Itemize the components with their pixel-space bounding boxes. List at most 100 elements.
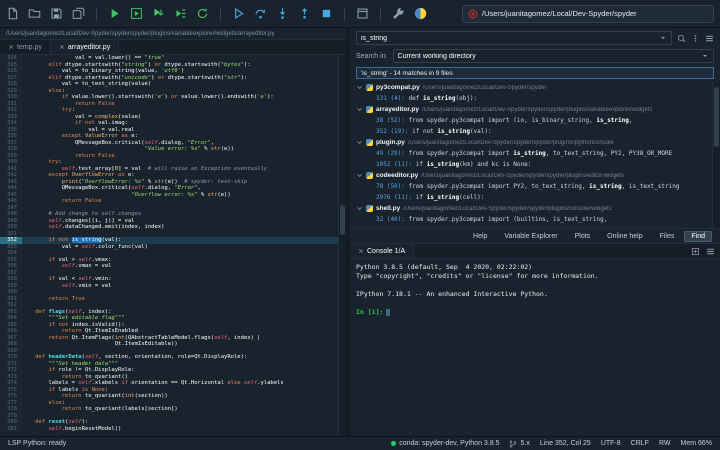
find-match-row[interactable]: 78 (50): from spyder.py3compat import PY…: [356, 181, 710, 192]
env-dot-icon: [391, 441, 396, 446]
run-selection-icon[interactable]: [174, 7, 187, 20]
close-icon[interactable]: [8, 44, 14, 50]
editor-scrollbar[interactable]: [338, 55, 346, 436]
tab-find[interactable]: Find: [684, 231, 712, 242]
code-line[interactable]: 381 self.beginResetModel(): [0, 426, 338, 433]
chevron-down-icon[interactable]: [356, 84, 363, 91]
match-line-number: 32 (40):: [376, 216, 409, 223]
python-file-icon: [366, 106, 373, 113]
step-into-icon[interactable]: [276, 7, 289, 20]
find-file-row[interactable]: plugin.py/Users/juanitagomez/Local/Dev-S…: [356, 137, 710, 148]
memory-status[interactable]: Mem 66%: [680, 440, 712, 447]
toolbar-separator: [220, 7, 221, 21]
find-file-row[interactable]: arrayeditor.py/Users/juanitagomez/Local/…: [356, 104, 710, 115]
chevron-down-icon[interactable]: [356, 205, 363, 212]
editor-scrollbar-thumb[interactable]: [340, 205, 345, 235]
right-pane: is_string Search in: Current working dir…: [350, 28, 720, 436]
chevron-down-icon[interactable]: [356, 139, 363, 146]
console-menu-icon[interactable]: [706, 247, 715, 256]
new-console-icon[interactable]: [691, 247, 700, 256]
search-summary[interactable]: 'is_string' - 14 matches in 9 files: [356, 67, 714, 79]
stop-debug-icon[interactable]: [320, 7, 333, 20]
console-line: Type "copyright", "credits" or "license"…: [356, 272, 714, 281]
encoding-status[interactable]: UTF-8: [601, 440, 621, 447]
tab-variable-explorer[interactable]: Variable Explorer: [497, 231, 564, 242]
search-icon[interactable]: [677, 34, 686, 43]
match-line-number: 352 (19):: [376, 128, 412, 135]
find-match-row[interactable]: 49 (29): from spyder.py3compat import is…: [356, 148, 710, 159]
editor-pane: /Users/juanitagomez/Local/Dev-Spyder/spy…: [0, 28, 346, 436]
console-prompt-line[interactable]: In [1]:: [356, 308, 714, 317]
find-match-row[interactable]: 2976 (11): if is_string(cell):: [356, 192, 710, 203]
chevron-down-icon[interactable]: [356, 172, 363, 179]
match-line-number: 38 (52):: [376, 117, 409, 124]
chevron-down-icon[interactable]: [356, 106, 363, 113]
run-cell-icon[interactable]: [130, 7, 143, 20]
match-text: def is_string(obj):: [409, 95, 478, 102]
console-line: Python 3.8.5 (default, Sep 4 2020, 02:22…: [356, 263, 714, 272]
match-line-number: 1052 (11):: [376, 161, 416, 168]
search-query: is_string: [361, 35, 656, 42]
search-query-combo[interactable]: is_string: [356, 31, 672, 45]
new-file-icon[interactable]: [6, 7, 19, 20]
tab-arrayeditor-py[interactable]: arrayeditor.py: [51, 40, 119, 54]
chevron-down-icon[interactable]: [659, 34, 667, 42]
match-text: if is_string(cell):: [416, 194, 485, 201]
find-match-row[interactable]: 1052 (11): if is_string(km) and kc is No…: [356, 159, 710, 170]
tab-temp-py[interactable]: temp.py: [0, 40, 51, 54]
console-output[interactable]: Python 3.8.5 (default, Sep 4 2020, 02:22…: [350, 259, 720, 436]
save-all-icon[interactable]: [72, 7, 85, 20]
search-options-icon[interactable]: [691, 34, 700, 43]
rerun-cell-icon[interactable]: [196, 7, 209, 20]
tab-plots[interactable]: Plots: [568, 231, 598, 242]
cursor-position-status[interactable]: Line 352, Col 25: [540, 440, 591, 447]
editor-code[interactable]: 324 val = val.lower() == "true"325 elif …: [0, 55, 338, 436]
find-match-row[interactable]: 38 (52): from spyder.py3compat import (i…: [356, 115, 710, 126]
pane-menu-icon[interactable]: [705, 34, 714, 43]
results-scrollbar[interactable]: [712, 82, 720, 228]
step-return-icon[interactable]: [298, 7, 311, 20]
search-in-row: Search in: Current working directory: [350, 47, 720, 65]
close-icon[interactable]: [358, 248, 364, 254]
tab-console-1a[interactable]: Console 1/A: [350, 244, 414, 258]
console-cursor: [386, 309, 390, 316]
result-file-path: /Users/juanitagomez/Local/Dev-Spyder/spy…: [421, 173, 624, 179]
env-status[interactable]: conda: spyder-dev, Python 3.8.5: [391, 440, 499, 447]
search-location-combo[interactable]: Current working directory: [393, 49, 714, 63]
python-env-icon[interactable]: [414, 7, 427, 20]
tab-help[interactable]: Help: [466, 231, 494, 242]
match-line-number: 49 (29):: [376, 150, 409, 157]
preferences-icon[interactable]: [392, 7, 405, 20]
find-match-row[interactable]: 131 (4): def is_string(obj):: [356, 93, 710, 104]
tab-files[interactable]: Files: [653, 231, 682, 242]
code-editor[interactable]: 324 val = val.lower() == "true"325 elif …: [0, 55, 346, 436]
find-file-row[interactable]: codeeditor.py/Users/juanitagomez/Local/D…: [356, 170, 710, 181]
tab-label: arrayeditor.py: [68, 44, 110, 51]
match-text: from spyder.py3compat import (io, is_bin…: [409, 117, 633, 124]
save-icon[interactable]: [50, 7, 63, 20]
run-icon[interactable]: [108, 7, 121, 20]
permissions-status[interactable]: RW: [659, 440, 671, 447]
result-file-name: shell.py: [376, 205, 400, 212]
find-file-row[interactable]: py3compat.py/Users/juanitagomez/Local/De…: [356, 82, 710, 93]
chevron-down-icon[interactable]: [701, 52, 709, 60]
working-directory-selector[interactable]: /Users/juanitagomez/Local/Dev-Spyder/spy…: [462, 5, 714, 23]
results-scrollbar-thumb[interactable]: [714, 87, 719, 147]
run-cell-advance-icon[interactable]: [152, 7, 165, 20]
step-over-icon[interactable]: [254, 7, 267, 20]
console-line: [356, 299, 714, 308]
spyder-logo-icon: [468, 9, 478, 19]
find-match-row[interactable]: 32 (40): from spyder.py3compat import (b…: [356, 214, 710, 225]
find-file-row[interactable]: shell.py/Users/juanitagomez/Local/Dev-Sp…: [356, 203, 710, 214]
tab-online-help[interactable]: Online help: [600, 231, 649, 242]
match-text: from spyder.py3compat import is_string, …: [409, 150, 673, 157]
debug-icon[interactable]: [232, 7, 245, 20]
console-tabbar: Console 1/A: [350, 244, 720, 259]
find-match-row[interactable]: 352 (19): if not is_string(val):: [356, 126, 710, 137]
open-file-icon[interactable]: [28, 7, 41, 20]
lsp-status[interactable]: LSP Python: ready: [8, 440, 66, 447]
eol-status[interactable]: CRLF: [631, 440, 649, 447]
close-icon[interactable]: [59, 44, 65, 50]
git-branch-status[interactable]: 5.x: [509, 440, 529, 448]
maximize-pane-icon[interactable]: [356, 7, 369, 20]
